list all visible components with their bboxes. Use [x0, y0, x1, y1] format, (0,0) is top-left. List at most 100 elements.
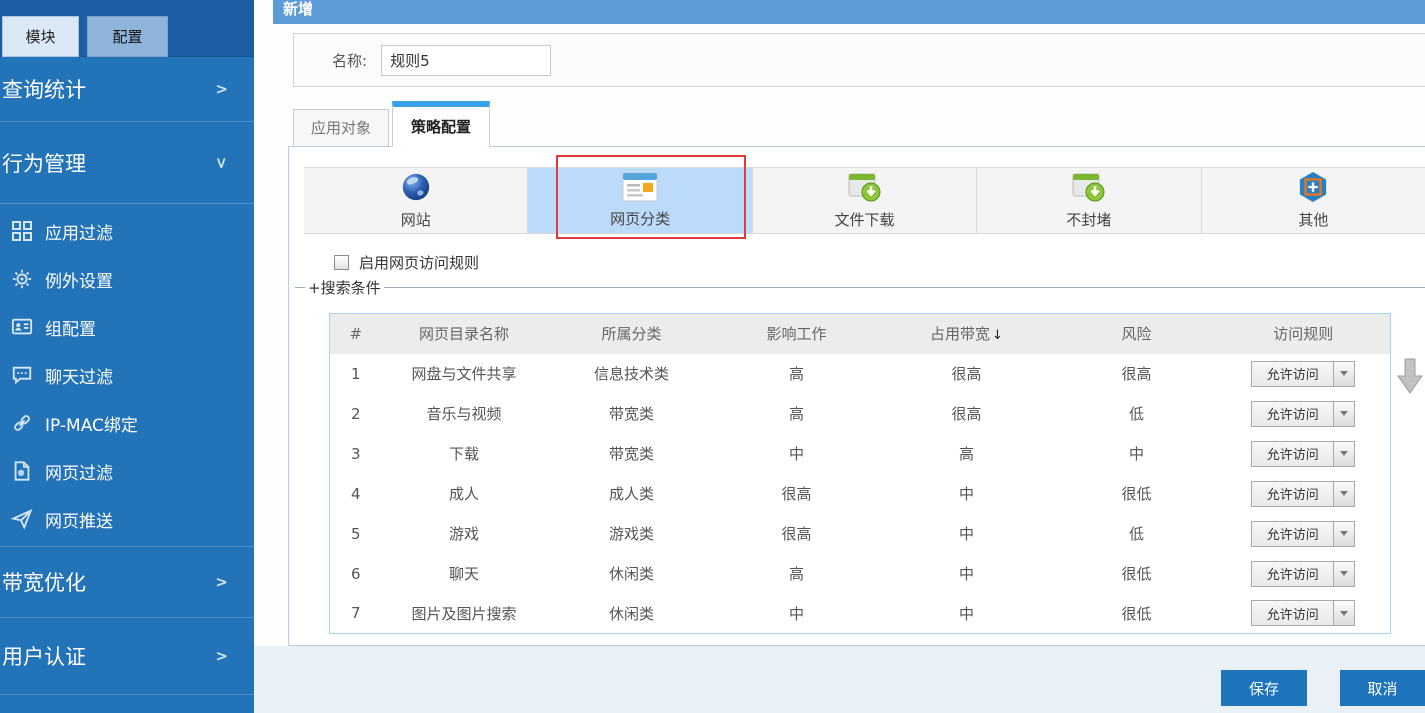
cell-category: 信息技术类 [547, 354, 717, 394]
access-rule-select[interactable]: 允许访问 [1251, 401, 1355, 427]
sidebar-section-query-stats[interactable]: 查询统计 > [0, 57, 254, 122]
cell-category: 带宽类 [547, 434, 717, 474]
chevron-down-icon[interactable] [1333, 402, 1354, 426]
sidebar-section-bandwidth[interactable]: 带宽优化 > [0, 547, 254, 618]
section-label: 用户认证 [2, 641, 86, 671]
cell-name: 音乐与视频 [382, 394, 547, 434]
app-window: 模块 配置 查询统计 > 行为管理 > 应用过滤 例外设置 [0, 0, 1425, 713]
link-icon [10, 411, 34, 435]
chevron-down-icon: > [213, 156, 231, 169]
sidebar-item-web-push[interactable]: 网页推送 [0, 495, 254, 543]
cell-name: 图片及图片搜索 [382, 594, 547, 634]
col-access-rule: 访问规则 [1217, 314, 1391, 354]
chevron-right-icon: > [215, 80, 228, 98]
chat-icon [10, 363, 34, 387]
download-icon [848, 171, 882, 207]
category-tab-website[interactable]: 网站 [304, 168, 528, 233]
table-row: 3 下载 带宽类 中 高 中 允许访问 [330, 434, 1391, 474]
tab-module[interactable]: 模块 [2, 16, 79, 57]
download-icon [1072, 171, 1106, 207]
sidebar-item-group-config[interactable]: 组配置 [0, 303, 254, 351]
cell-bandwidth: 中 [877, 514, 1057, 554]
col-impact[interactable]: 影响工作 [717, 314, 877, 354]
cell-index: 7 [330, 594, 382, 634]
col-category[interactable]: 所属分类 [547, 314, 717, 354]
chevron-down-icon[interactable] [1333, 601, 1354, 625]
col-bandwidth[interactable]: 占用带宽↓ [877, 314, 1057, 354]
chevron-down-icon[interactable] [1333, 362, 1354, 386]
sidebar-item-label: 网页过滤 [45, 459, 113, 484]
access-rule-select[interactable]: 允许访问 [1251, 481, 1355, 507]
cell-category: 成人类 [547, 474, 717, 514]
access-rule-select[interactable]: 允许访问 [1251, 521, 1355, 547]
cell-category: 带宽类 [547, 394, 717, 434]
sort-desc-icon: ↓ [992, 328, 1003, 343]
category-tab-web-category[interactable]: 网页分类 [528, 168, 752, 233]
save-button[interactable]: 保存 [1221, 670, 1307, 706]
sidebar-item-label: 应用过滤 [45, 219, 113, 244]
cell-risk: 低 [1057, 514, 1217, 554]
table-row: 2 音乐与视频 带宽类 高 很高 低 允许访问 [330, 394, 1391, 434]
cell-risk: 很低 [1057, 554, 1217, 594]
sidebar-item-exception-settings[interactable]: 例外设置 [0, 255, 254, 303]
sidebar-item-label: 网页推送 [45, 507, 113, 532]
sidebar-item-web-filter[interactable]: 网页过滤 [0, 447, 254, 495]
cell-bandwidth: 中 [877, 474, 1057, 514]
category-label: 网页分类 [610, 208, 670, 229]
tab-config[interactable]: 配置 [87, 16, 168, 57]
cell-index: 6 [330, 554, 382, 594]
name-label: 名称: [332, 50, 367, 71]
cell-bandwidth: 高 [877, 434, 1057, 474]
scroll-down-arrow-icon[interactable] [1397, 357, 1423, 399]
sidebar-item-label: 例外设置 [45, 267, 113, 292]
access-rule-select[interactable]: 允许访问 [1251, 561, 1355, 587]
cell-index: 2 [330, 394, 382, 434]
chevron-down-icon[interactable] [1333, 522, 1354, 546]
chevron-down-icon[interactable] [1333, 482, 1354, 506]
cell-impact: 中 [717, 594, 877, 634]
cell-risk: 中 [1057, 434, 1217, 474]
grid-icon [10, 219, 34, 243]
globe-icon [400, 171, 432, 207]
access-rule-select[interactable]: 允许访问 [1251, 600, 1355, 626]
name-input[interactable] [381, 45, 551, 76]
policy-config-panel: 网站 网页分类 文件下载 不封堵 [288, 146, 1425, 646]
category-tab-other[interactable]: 其他 [1202, 168, 1425, 233]
id-card-icon [10, 315, 34, 339]
section-label: 行为管理 [2, 148, 86, 178]
category-tab-file-download[interactable]: 文件下载 [753, 168, 977, 233]
category-label: 不封堵 [1066, 209, 1111, 230]
category-tab-no-block[interactable]: 不封堵 [977, 168, 1201, 233]
sidebar-section-behavior-mgmt[interactable]: 行为管理 > [0, 122, 254, 204]
search-conditions-toggle[interactable]: +搜索条件 [295, 277, 1425, 298]
sidebar-item-label: 聊天过滤 [45, 363, 113, 388]
cell-impact: 高 [717, 394, 877, 434]
access-rule-select[interactable]: 允许访问 [1251, 361, 1355, 387]
col-directory-name[interactable]: 网页目录名称 [382, 314, 547, 354]
sidebar-item-app-filter[interactable]: 应用过滤 [0, 207, 254, 255]
tab-apply-target[interactable]: 应用对象 [293, 109, 389, 147]
cell-impact: 中 [717, 434, 877, 474]
cell-bandwidth: 中 [877, 594, 1057, 634]
sidebar-section-user-auth[interactable]: 用户认证 > [0, 618, 254, 695]
sidebar-item-ip-mac-binding[interactable]: IP-MAC绑定 [0, 399, 254, 447]
page-title-bar: 新增 [273, 0, 1425, 24]
cell-name: 游戏 [382, 514, 547, 554]
cell-impact: 高 [717, 554, 877, 594]
cell-bandwidth: 很高 [877, 354, 1057, 394]
table-row: 4 成人 成人类 很高 中 很低 允许访问 [330, 474, 1391, 514]
cell-index: 1 [330, 354, 382, 394]
access-rule-select[interactable]: 允许访问 [1251, 441, 1355, 467]
category-label: 其他 [1298, 209, 1328, 230]
tab-policy-config[interactable]: 策略配置 [392, 101, 490, 147]
chevron-down-icon[interactable] [1333, 442, 1354, 466]
chevron-down-icon[interactable] [1333, 562, 1354, 586]
category-label: 网站 [401, 209, 431, 230]
page-title: 新增 [283, 0, 313, 18]
cancel-button[interactable]: 取消 [1340, 670, 1425, 706]
col-risk[interactable]: 风险 [1057, 314, 1217, 354]
webpage-icon [622, 172, 658, 206]
sidebar: 模块 配置 查询统计 > 行为管理 > 应用过滤 例外设置 [0, 0, 254, 713]
sidebar-item-chat-filter[interactable]: 聊天过滤 [0, 351, 254, 399]
enable-web-rule-checkbox[interactable] [334, 255, 349, 270]
